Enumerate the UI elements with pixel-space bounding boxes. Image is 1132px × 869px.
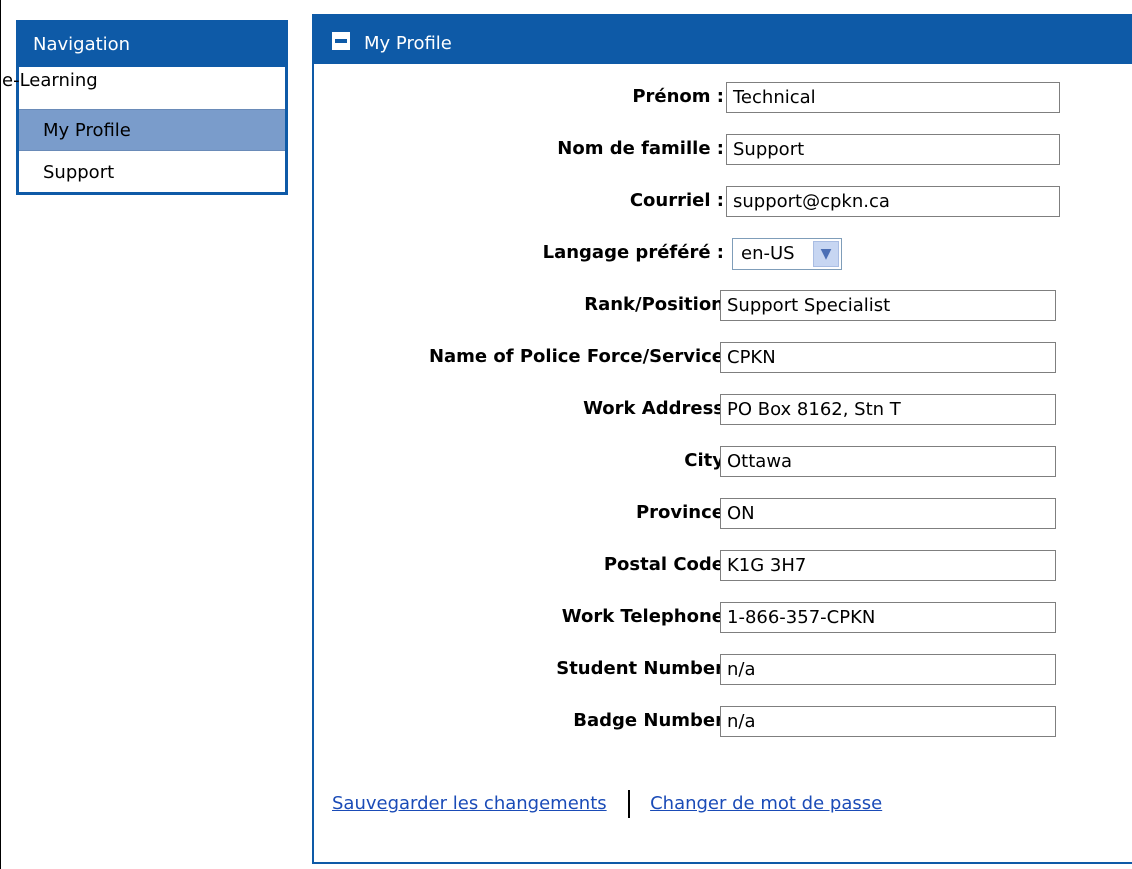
row-langage: Langage préféré : en-US ▼ [314,235,1114,271]
label-langage: Langage préféré : [542,242,724,263]
nom-de-famille-input[interactable]: Support [726,134,1060,165]
language-select[interactable]: en-US ▼ [732,238,842,270]
courriel-input[interactable]: support@cpkn.ca [726,186,1060,217]
label-courriel: Courriel : [629,190,724,211]
label-work-telephone: Work Telephone [561,606,724,627]
police-force-input[interactable]: CPKN [720,342,1056,373]
label-province: Province [635,502,724,523]
profile-title: My Profile [364,33,452,54]
collapse-icon[interactable] [332,32,350,50]
row-prenom: Prénom : Technical [314,79,1114,115]
label-city: City [684,450,724,471]
row-police-force: Name of Police Force/Service CPKN [314,339,1114,375]
label-police-force: Name of Police Force/Service [428,346,724,367]
label-rank-position: Rank/Position [584,294,724,315]
province-input[interactable]: ON [720,498,1056,529]
city-input[interactable]: Ottawa [720,446,1056,477]
row-badge-number: Badge Number n/a [314,703,1114,739]
row-city: City Ottawa [314,443,1114,479]
change-password-link[interactable]: Changer de mot de passe [650,793,882,814]
label-postal-code: Postal Code [603,554,724,575]
row-work-address: Work Address PO Box 8162, Stn T [314,391,1114,427]
badge-number-input[interactable]: n/a [720,706,1056,737]
language-select-value: en-US [741,243,795,264]
label-student-number: Student Number [556,658,724,679]
row-postal-code: Postal Code K1G 3H7 [314,547,1114,583]
profile-panel: My Profile Prénom : Technical Nom de fam… [312,14,1132,864]
rank-position-input[interactable]: Support Specialist [720,290,1056,321]
nav-section-elearning[interactable]: e-Learning [2,70,98,91]
nav-item-support[interactable]: Support [19,154,285,192]
save-changes-link[interactable]: Sauvegarder les changements [332,793,607,814]
profile-header: My Profile [314,14,1132,64]
label-badge-number: Badge Number [573,710,724,731]
profile-actions: Sauvegarder les changements Changer de m… [332,790,882,818]
row-courriel: Courriel : support@cpkn.ca [314,183,1114,219]
postal-code-input[interactable]: K1G 3H7 [720,550,1056,581]
label-nom-de-famille: Nom de famille : [557,138,724,159]
row-province: Province ON [314,495,1114,531]
row-work-telephone: Work Telephone 1-866-357-CPKN [314,599,1114,635]
label-prenom: Prénom : [632,86,724,107]
action-separator [628,790,631,818]
navigation-title: Navigation [19,23,285,67]
nav-item-my-profile[interactable]: My Profile [19,109,285,151]
row-rank-position: Rank/Position Support Specialist [314,287,1114,323]
label-work-address: Work Address [583,398,724,419]
work-address-input[interactable]: PO Box 8162, Stn T [720,394,1056,425]
student-number-input[interactable]: n/a [720,654,1056,685]
prenom-input[interactable]: Technical [726,82,1060,113]
row-nom-de-famille: Nom de famille : Support [314,131,1114,167]
chevron-down-icon[interactable]: ▼ [813,241,839,267]
navigation-panel: Navigation e-Learning My Profile Support [2,20,288,195]
page-left-border [0,0,1,869]
work-telephone-input[interactable]: 1-866-357-CPKN [720,602,1056,633]
row-student-number: Student Number n/a [314,651,1114,687]
